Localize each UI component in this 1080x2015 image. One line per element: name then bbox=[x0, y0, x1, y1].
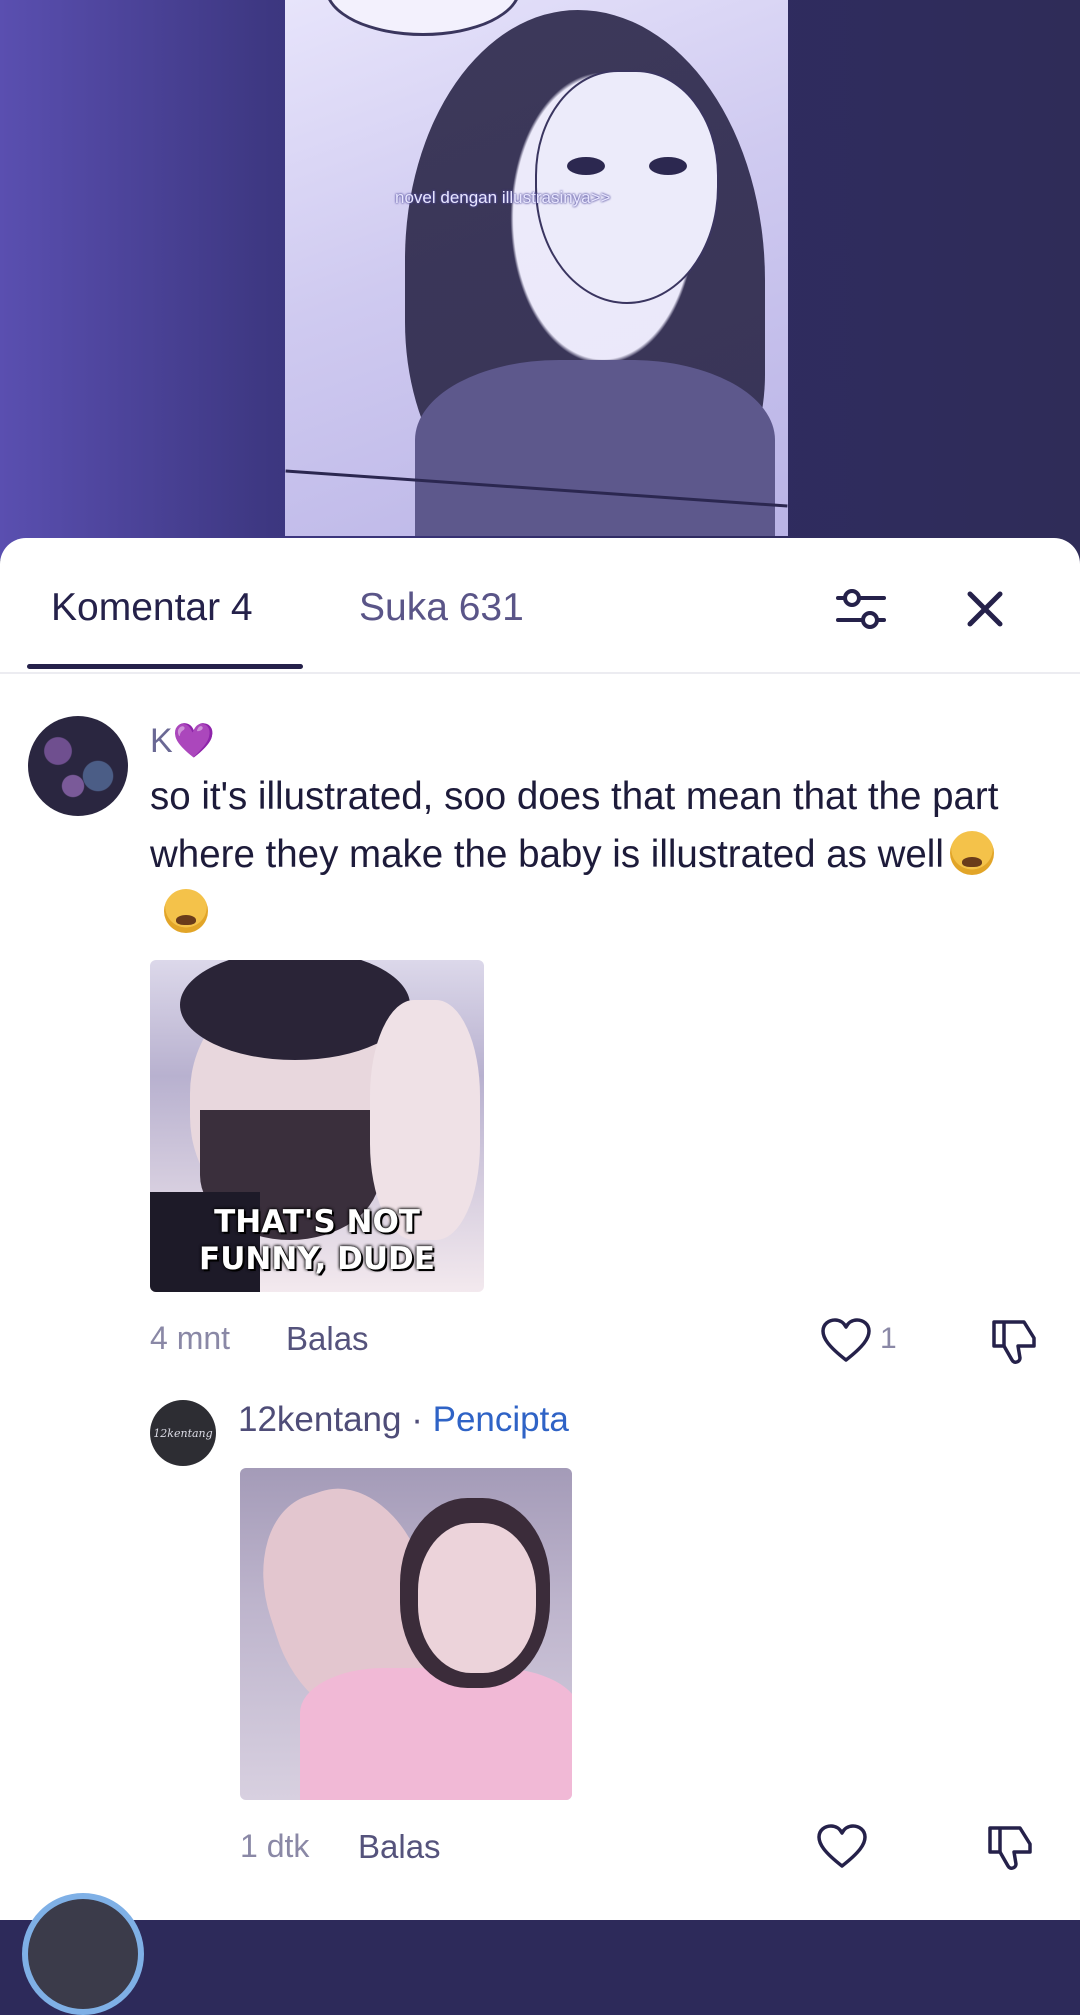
separator: · bbox=[411, 1400, 423, 1439]
reply-gif[interactable] bbox=[240, 1468, 572, 1800]
gif-caption: THAT'S NOT FUNNY, DUDE bbox=[199, 1204, 435, 1277]
avatar[interactable] bbox=[22, 1893, 144, 2015]
creator-avatar[interactable]: 12kentang bbox=[150, 1400, 216, 1466]
tab-likes[interactable]: Suka 631 bbox=[359, 586, 524, 630]
active-tab-indicator bbox=[27, 664, 303, 669]
comment-username[interactable]: K💜 bbox=[150, 721, 215, 761]
heart-icon[interactable] bbox=[820, 1318, 872, 1364]
heart-icon[interactable] bbox=[816, 1824, 868, 1870]
tab-bar: Komentar 4 Suka 631 bbox=[0, 538, 1080, 674]
comment-sheet: Komentar 4 Suka 631 K💜 so it's illustrat… bbox=[0, 538, 1080, 2015]
reply-username[interactable]: 12kentang bbox=[238, 1400, 401, 1439]
reply-header: 12kentang · Pencipta bbox=[238, 1400, 569, 1440]
video-caption: novel dengan illustrasinya>> bbox=[395, 188, 611, 207]
creator-badge: Pencipta bbox=[432, 1400, 569, 1439]
comment-text: so it's illustrated, soo does that mean … bbox=[150, 768, 1010, 942]
close-icon[interactable] bbox=[950, 574, 1020, 644]
loudly-crying-face-icon bbox=[949, 831, 994, 875]
manga-illustration bbox=[285, 0, 788, 536]
thumbs-down-icon[interactable] bbox=[984, 1822, 1036, 1872]
tab-comments[interactable]: Komentar 4 bbox=[51, 586, 253, 630]
comment-body: so it's illustrated, soo does that mean … bbox=[150, 775, 999, 876]
loudly-crying-face-icon bbox=[164, 889, 208, 933]
comment-gif[interactable]: THAT'S NOT FUNNY, DUDE bbox=[150, 960, 484, 1292]
comment-timestamp: 4 mnt bbox=[150, 1320, 231, 1356]
reply-button[interactable]: Balas bbox=[358, 1828, 441, 1866]
thumbs-down-icon[interactable] bbox=[988, 1316, 1040, 1366]
like-count: 1 bbox=[880, 1322, 897, 1355]
sliders-icon[interactable] bbox=[826, 574, 896, 644]
video-player[interactable]: novel dengan illustrasinya>> bbox=[0, 0, 1080, 560]
reply-timestamp: 1 dtk bbox=[240, 1828, 310, 1864]
reply-button[interactable]: Balas bbox=[286, 1320, 369, 1358]
avatar[interactable] bbox=[28, 716, 128, 816]
